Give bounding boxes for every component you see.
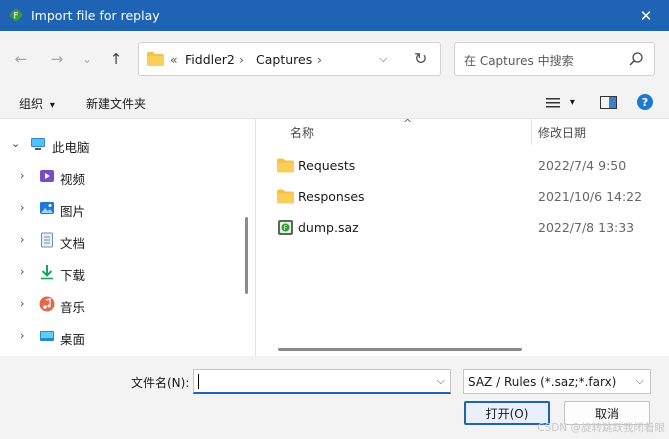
chevron-right-icon[interactable]: › [20,233,24,246]
chevron-right-icon[interactable]: › [20,329,24,342]
view-options-button[interactable]: ▾ [546,95,575,109]
music-icon [39,296,55,312]
folder-icon [147,52,164,66]
chevron-down-icon[interactable]: ⌄ [11,137,20,150]
close-button[interactable]: ✕ [623,0,669,31]
svg-text:?: ? [642,96,648,109]
sidebar-item-label: 文档 [60,236,86,251]
video-icon [40,170,54,182]
command-toolbar: 组织 ▾ 新建文件夹 ▾ ? [0,86,669,119]
file-modified: 2022/7/8 13:33 [538,220,635,235]
watermark: CSDN @旋转跳跃我闭着眼 [537,422,665,434]
navigation-scrollbar[interactable] [245,217,248,294]
downloads-icon [41,265,53,280]
breadcrumb-separator[interactable]: › [317,52,322,67]
column-header-name[interactable]: 名称 [290,124,314,141]
breadcrumb-fiddler2[interactable]: Fiddler2 [185,52,235,67]
up-button[interactable]: ↑ [105,49,127,69]
chevron-right-icon[interactable]: › [20,297,24,310]
sidebar-item-label: 桌面 [60,332,86,347]
chevron-down-icon: ▾ [49,100,55,111]
file-name: Requests [298,158,356,173]
fiddler-app-icon: F [9,8,23,22]
close-icon: ✕ [639,6,653,25]
sidebar-item-label: 音乐 [60,300,86,315]
new-folder-button[interactable]: 新建文件夹 [86,95,146,112]
navigation-pane: ⌄ 此电脑 › 视频 › 图片 › 文档 › 下载 › 音乐 › 桌面 [0,119,256,356]
organize-button[interactable]: 组织 ▾ [19,95,55,112]
navigation-bar: ← → ⌄ ↑ « Fiddler2 › Captures › ⌵ ↻ 在 Ca… [0,31,669,86]
search-placeholder: 在 Captures 中搜索 [464,54,574,68]
sidebar-item-desktop[interactable]: › 桌面 [0,323,240,351]
sidebar-item-label: 图片 [60,204,86,219]
sidebar-item-label: 此电脑 [52,140,90,155]
breadcrumb-captures[interactable]: Captures [256,52,312,67]
dialog-footer: 文件名(N): ⌵ SAZ / Rules (*.saz;*.farx) ⌵ 打… [0,356,669,439]
preview-pane-icon[interactable] [600,96,617,109]
sidebar-item-videos[interactable]: › 视频 [0,163,240,191]
saz-file-icon: F [278,220,293,235]
file-row-responses[interactable]: Responses 2021/10/6 14:22 [257,183,669,211]
pc-icon [31,138,45,150]
title-bar: F Import file for replay ✕ [0,0,669,31]
breadcrumb-separator[interactable]: › [239,52,244,67]
sidebar-item-label: 下载 [60,268,86,283]
back-button[interactable]: ← [10,49,32,69]
recent-locations-button[interactable]: ⌄ [76,49,98,69]
file-type-select[interactable]: SAZ / Rules (*.saz;*.farx) ⌵ [463,369,651,394]
file-list: ^ 名称 修改日期 Requests 2022/7/4 9:50 Respons… [257,117,669,356]
column-divider[interactable] [531,119,532,145]
text-caret [198,374,199,389]
filename-input[interactable]: ⌵ [193,369,451,394]
sidebar-item-documents[interactable]: › 文档 [0,227,240,255]
file-row-dump-saz[interactable]: F dump.saz 2022/7/8 13:33 [257,214,669,242]
file-modified: 2021/10/6 14:22 [538,189,643,204]
address-bar[interactable]: « Fiddler2 › Captures › ⌵ ↻ [138,42,441,76]
documents-icon [41,232,53,248]
refresh-icon[interactable]: ↻ [414,49,427,68]
chevron-right-icon[interactable]: › [20,201,24,214]
file-type-value: SAZ / Rules (*.saz;*.farx) [468,375,617,389]
sidebar-item-music[interactable]: › 音乐 [0,291,240,319]
folder-icon [277,158,294,173]
filename-label: 文件名(N): [131,376,190,390]
file-name: Responses [298,189,365,204]
file-row-requests[interactable]: Requests 2022/7/4 9:50 [257,152,669,180]
organize-label: 组织 [19,97,44,111]
list-view-icon [546,97,560,107]
chevron-down-icon: ▾ [569,97,575,108]
chevron-down-icon[interactable]: ⌵ [437,374,445,388]
forward-button[interactable]: → [46,49,68,69]
desktop-icon [40,331,54,341]
sidebar-item-downloads[interactable]: › 下载 [0,259,240,287]
column-header-modified[interactable]: 修改日期 [538,124,586,141]
horizontal-scrollbar[interactable] [278,348,522,351]
folder-icon [277,189,294,204]
chevron-right-icon[interactable]: › [20,169,24,182]
pictures-icon [40,202,54,214]
breadcrumb-overflow[interactable]: « [170,52,178,67]
help-icon[interactable]: ? [637,94,653,110]
address-history-dropdown[interactable]: ⌵ [379,52,387,66]
sidebar-item-this-pc[interactable]: ⌄ 此电脑 [0,131,240,159]
sidebar-item-label: 视频 [60,172,86,187]
window-title: Import file for replay [31,8,160,23]
svg-text:F: F [284,225,288,232]
svg-text:F: F [13,12,18,22]
file-modified: 2022/7/4 9:50 [538,158,627,173]
search-icon[interactable] [628,51,644,67]
chevron-down-icon: ⌵ [635,374,644,387]
search-box[interactable]: 在 Captures 中搜索 [454,42,655,76]
chevron-right-icon[interactable]: › [20,265,24,278]
sort-ascending-icon: ^ [403,117,413,130]
file-name: dump.saz [298,220,359,235]
sidebar-item-pictures[interactable]: › 图片 [0,195,240,223]
